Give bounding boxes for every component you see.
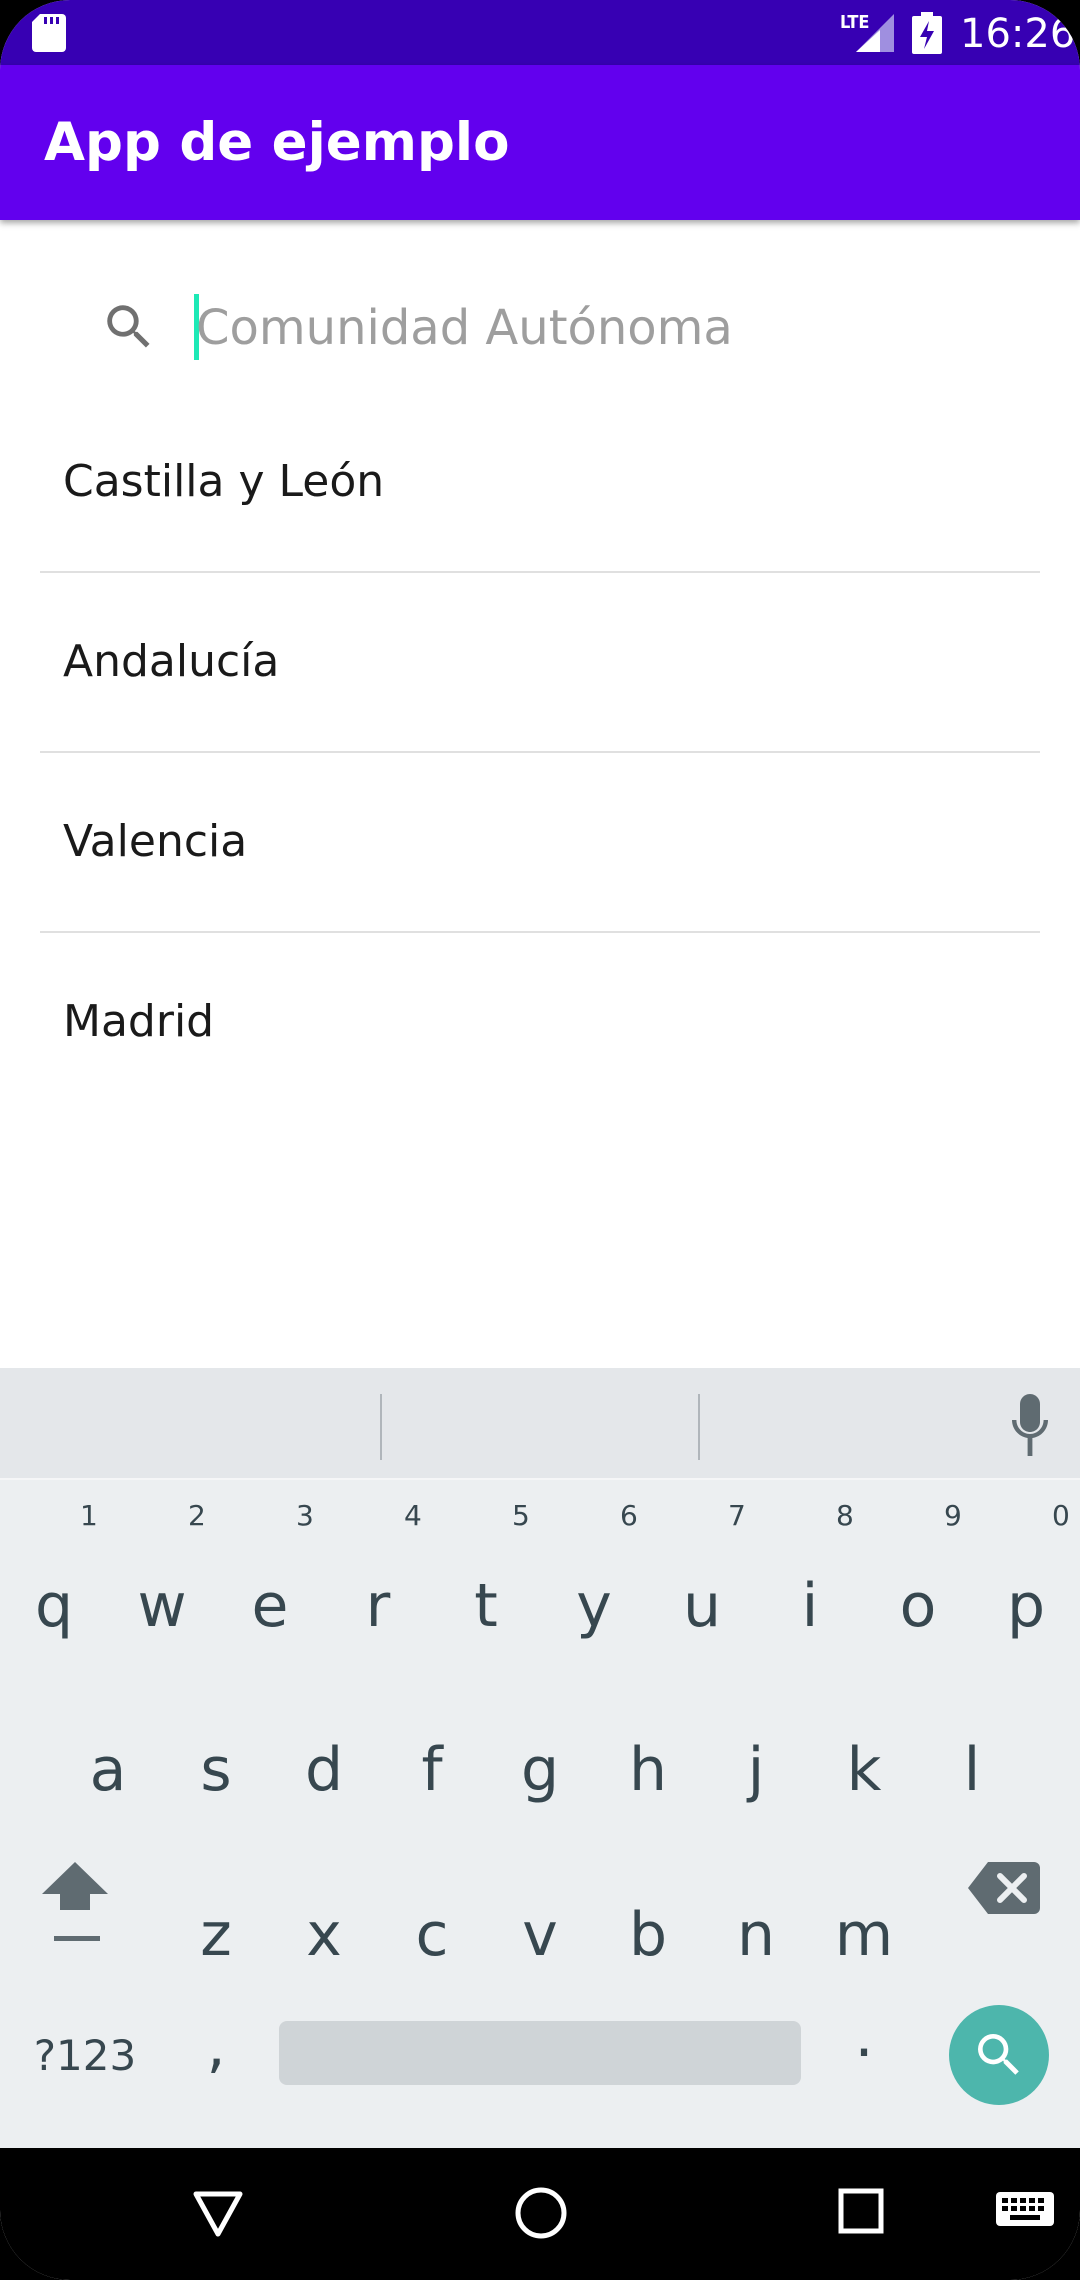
suggestion-divider — [380, 1394, 382, 1460]
key-x[interactable]: x — [270, 1885, 378, 1985]
key-hint-number: 4 — [404, 1499, 422, 1532]
app-bar: App de ejemplo — [0, 65, 1080, 220]
key-s[interactable]: s — [162, 1720, 270, 1820]
key-hint-number: 6 — [620, 1499, 638, 1532]
key-e[interactable]: e — [216, 1556, 324, 1656]
symbols-key[interactable]: ?123 — [30, 2026, 140, 2086]
key-hint-number: 0 — [1052, 1499, 1070, 1532]
nav-home-icon[interactable] — [514, 2186, 568, 2240]
space-bar[interactable] — [279, 2021, 801, 2085]
mic-icon[interactable] — [1006, 1394, 1054, 1456]
key-r[interactable]: r — [324, 1556, 432, 1656]
battery-charging-icon — [912, 12, 942, 54]
keyboard-icon[interactable] — [996, 2192, 1054, 2232]
list-item[interactable]: Valencia — [40, 753, 1040, 933]
key-hint-number: 3 — [296, 1499, 314, 1532]
list-item[interactable]: Andalucía — [40, 573, 1040, 753]
key-h[interactable]: h — [594, 1720, 702, 1820]
key-y[interactable]: y — [540, 1556, 648, 1656]
key-hint-number: 5 — [512, 1499, 530, 1532]
key-c[interactable]: c — [378, 1885, 486, 1985]
results-list: Castilla y León Andalucía Valencia Madri… — [40, 393, 1040, 1111]
search-icon — [107, 305, 150, 348]
clock: 16:26 — [960, 11, 1076, 57]
search-bar[interactable] — [0, 270, 1080, 390]
key-hint-number: 8 — [836, 1499, 854, 1532]
sd-card-icon — [32, 14, 66, 52]
list-item[interactable]: Madrid — [40, 933, 1040, 1111]
list-item[interactable]: Castilla y León — [40, 393, 1040, 573]
soft-keyboard: q 1w 2e 3r 4t 5y 6u 7i 8o 9p 0 asdfghjkl zxcvbnm ?… — [0, 1368, 1080, 2148]
key-f[interactable]: f — [378, 1720, 486, 1820]
key-i[interactable]: i — [756, 1556, 864, 1656]
search-action-button[interactable] — [949, 2005, 1049, 2105]
key-g[interactable]: g — [486, 1720, 594, 1820]
signal-icon: LTE — [840, 10, 896, 54]
nav-back-icon[interactable] — [192, 2190, 244, 2238]
key-m[interactable]: m — [810, 1885, 918, 1985]
navigation-bar — [0, 2148, 1080, 2280]
list-item-label: Madrid — [63, 996, 215, 1047]
key-k[interactable]: k — [810, 1720, 918, 1820]
suggestion-strip — [0, 1368, 1080, 1480]
search-action-icon — [978, 2034, 1019, 2075]
app-title: App de ejemplo — [44, 112, 510, 173]
key-hint-number: 2 — [188, 1499, 206, 1532]
key-z[interactable]: z — [162, 1885, 270, 1985]
backspace-icon[interactable] — [968, 1862, 1040, 1914]
suggestion-divider — [698, 1394, 700, 1460]
key-w[interactable]: w — [108, 1556, 216, 1656]
list-item-label: Andalucía — [63, 636, 280, 687]
network-label: LTE — [840, 12, 870, 33]
key-hint-number: 1 — [80, 1499, 98, 1532]
key-b[interactable]: b — [594, 1885, 702, 1985]
key-hint-number: 9 — [944, 1499, 962, 1532]
search-input[interactable] — [196, 280, 996, 376]
key-n[interactable]: n — [702, 1885, 810, 1985]
period-key[interactable]: . — [844, 1996, 884, 2076]
key-v[interactable]: v — [486, 1885, 594, 1985]
key-j[interactable]: j — [702, 1720, 810, 1820]
key-q[interactable]: q — [0, 1556, 108, 1656]
key-hint-number: 7 — [728, 1499, 746, 1532]
key-o[interactable]: o — [864, 1556, 972, 1656]
key-a[interactable]: a — [54, 1720, 162, 1820]
key-p[interactable]: p — [972, 1556, 1080, 1656]
list-item-label: Valencia — [63, 816, 248, 867]
nav-recents-icon[interactable] — [838, 2188, 884, 2234]
status-bar: LTE 16:26 — [0, 0, 1080, 65]
key-l[interactable]: l — [918, 1720, 1026, 1820]
key-u[interactable]: u — [648, 1556, 756, 1656]
shift-icon[interactable] — [42, 1854, 108, 1950]
phone-screen: LTE 16:26 App de ejemplo Castilla y León… — [0, 0, 1080, 2280]
key-d[interactable]: d — [270, 1720, 378, 1820]
comma-key[interactable]: , — [196, 2006, 236, 2086]
key-t[interactable]: t — [432, 1556, 540, 1656]
list-item-label: Castilla y León — [63, 456, 385, 507]
